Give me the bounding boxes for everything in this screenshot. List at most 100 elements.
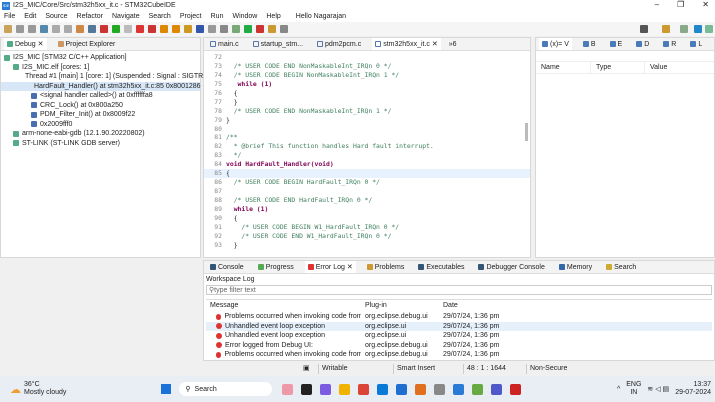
close-tab-icon[interactable]: ✕ [432,40,438,48]
menu-run[interactable]: Run [211,13,224,20]
toolbar-button-icon[interactable] [256,25,264,33]
debug-tree-item[interactable]: CRC_Lock() at 0x800a250 [1,101,200,111]
toolbar-button-icon[interactable] [112,25,120,33]
menu-file[interactable]: File [4,13,15,20]
taskbar-app-icon[interactable] [358,384,369,395]
toolbar-button-icon[interactable] [148,25,156,33]
taskbar-app-icon[interactable] [301,384,312,395]
taskbar-search[interactable]: ⚲Search [179,382,272,396]
column-plugin[interactable]: Plug-in [361,300,439,312]
chevron-up-icon[interactable]: ^ [617,386,620,393]
log-row[interactable]: Error logged from Debug UI:org.eclipse.d… [206,341,712,351]
column-value[interactable]: Value [645,62,667,73]
editor-tab[interactable]: stm32h5xx_it.c✕ [372,38,441,51]
editor-scrollbar[interactable] [525,123,528,141]
menu-project[interactable]: Project [180,13,202,20]
view-tab[interactable]: D [633,38,652,51]
wifi-icon[interactable]: ≋ ◁ ▤ [647,385,669,393]
toolbar-button-icon[interactable] [88,25,96,33]
perspective-button-icon[interactable] [680,25,688,33]
debug-tree-item[interactable]: ST-LINK (ST-LINK GDB server) [1,139,200,149]
clock-date[interactable]: 29-07-2024 [675,389,711,397]
tab-search[interactable]: Search [603,261,639,274]
debug-tree-item[interactable]: arm-none-eabi-gdb (12.1.90.20220802) [1,129,200,139]
perspective-button-icon[interactable] [705,25,713,33]
toolbar-button-icon[interactable] [184,25,192,33]
editor-tab[interactable]: startup_stm... [250,38,306,51]
minimize-button[interactable]: – [655,0,659,9]
menu-refactor[interactable]: Refactor [77,13,103,20]
start-button[interactable] [161,384,171,394]
debug-tree-item[interactable]: Thread #1 [main] 1 [core: 1] (Suspended … [1,72,200,82]
taskbar-app-icon[interactable] [377,384,388,395]
debug-tree-item[interactable]: I2S_MIC [STM32 C/C++ Application] [1,53,200,63]
menu-window[interactable]: Window [232,13,257,20]
log-row[interactable]: Problems occurred when invoking code fro… [206,312,712,322]
close-tab-icon[interactable]: ✕ [347,263,353,271]
toolbar-button-icon[interactable] [40,25,48,33]
tab-problems[interactable]: Problems [364,261,408,274]
menu-navigate[interactable]: Navigate [112,13,140,20]
toolbar-button-icon[interactable] [160,25,168,33]
toolbar-button-icon[interactable] [124,25,132,33]
perspective-button-icon[interactable] [640,25,648,33]
taskbar-app-icon[interactable] [396,384,407,395]
toolbar-button-icon[interactable] [64,25,72,33]
menu-search[interactable]: Search [149,13,171,20]
column-name[interactable]: Name [536,62,591,73]
code-editor[interactable]: 7273 /* USER CODE END NonMaskableInt_IRQ… [204,51,530,250]
perspective-button-icon[interactable] [662,25,670,33]
tab-project-explorer[interactable]: Project Explorer [55,38,119,51]
taskbar-app-icon[interactable] [453,384,464,395]
toolbar-button-icon[interactable] [28,25,36,33]
tab-error-log[interactable]: Error Log✕ [305,261,356,274]
tab-overflow-button[interactable]: »6 [449,41,457,48]
menu-source[interactable]: Source [45,13,67,20]
close-button[interactable]: ✕ [702,0,709,9]
taskbar-app-icon[interactable] [434,384,445,395]
maximize-button[interactable]: ❐ [677,0,684,9]
editor-tab[interactable]: main.c [207,38,242,51]
taskbar-app-icon[interactable] [491,384,502,395]
tab-console[interactable]: Console [207,261,247,274]
column-message[interactable]: Message [206,300,361,312]
log-row[interactable]: Unhandled event loop exceptionorg.eclips… [206,322,712,332]
debug-tree-item[interactable]: <signal handler called>() at 0xffffffa8 [1,91,200,101]
view-tab[interactable]: E [607,38,626,51]
tab-debugger-console[interactable]: Debugger Console [475,261,547,274]
toolbar-button-icon[interactable] [280,25,288,33]
column-date[interactable]: Date [439,300,517,312]
taskbar-app-icon[interactable] [320,384,331,395]
toolbar-button-icon[interactable] [196,25,204,33]
toolbar-button-icon[interactable] [76,25,84,33]
toolbar-button-icon[interactable] [268,25,276,33]
lang[interactable]: ENG [626,381,641,389]
perspective-button-icon[interactable] [694,25,702,33]
taskbar-app-icon[interactable] [282,384,293,395]
debug-tree-item[interactable]: I2S_MIC.elf [cores: 1] [1,63,200,73]
taskbar-app-icon[interactable] [510,384,521,395]
editor-tab[interactable]: pdm2pcm.c [314,38,364,51]
clock-time[interactable]: 13:37 [675,381,711,389]
view-tab[interactable]: B [580,38,599,51]
tab-debug[interactable]: Debug ✕ [4,38,47,51]
log-row[interactable]: Problems occurred when invoking code fro… [206,350,712,360]
toolbar-button-icon[interactable] [100,25,108,33]
filter-input[interactable]: ⚲ type filter text [206,285,712,295]
debug-tree-item[interactable]: PDM_Filter_Init() at 0x8009f22 [1,110,200,120]
view-tab[interactable]: L [687,38,705,51]
toolbar-button-icon[interactable] [4,25,12,33]
taskbar-app-icon[interactable] [339,384,350,395]
toolbar-button-icon[interactable] [208,25,216,33]
menu-edit[interactable]: Edit [24,13,36,20]
debug-tree-item[interactable]: 0x2009fff0 [1,120,200,130]
taskbar-app-icon[interactable] [472,384,483,395]
tab-memory[interactable]: Memory [556,261,595,274]
region[interactable]: IN [626,389,641,397]
toolbar-button-icon[interactable] [172,25,180,33]
toolbar-button-icon[interactable] [136,25,144,33]
view-tab[interactable]: R [660,38,679,51]
taskbar-app-icon[interactable] [415,384,426,395]
menu-help[interactable]: Help [266,13,280,20]
user-label[interactable]: Hello Nagarajan [296,13,346,20]
